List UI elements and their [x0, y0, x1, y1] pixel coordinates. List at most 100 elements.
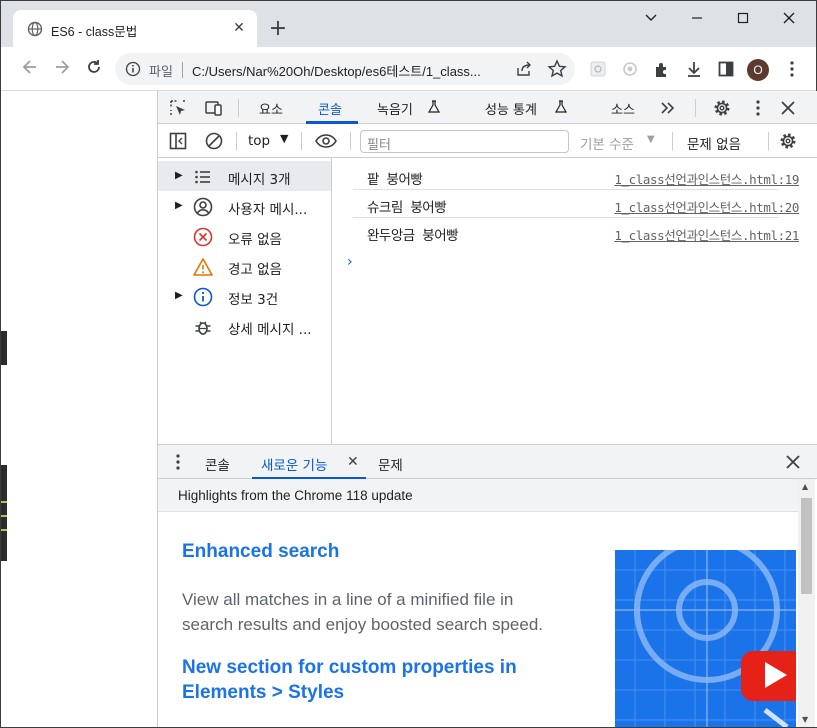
console-settings-gear-icon[interactable]: [778, 131, 798, 151]
scroll-down-arrow-icon[interactable]: ▼: [802, 715, 808, 724]
whats-new-header-text: Highlights from the Chrome 118 update: [178, 488, 413, 503]
close-drawer-tab-icon[interactable]: ✕: [347, 454, 359, 470]
share-icon[interactable]: [515, 60, 533, 78]
browser-toolbar: 파일 C:/Users/Nar%20Oh/Desktop/es6테스트/1_cl…: [1, 47, 816, 91]
console-toolbar: top ▼ 필터 기본 수준 ▼ 문제 없음: [158, 124, 817, 158]
back-button[interactable]: [19, 58, 41, 80]
close-devtools-icon[interactable]: [778, 98, 798, 118]
sidebar-item-label: 오류 없음: [228, 232, 282, 248]
address-separator: [182, 62, 183, 78]
chrome-graphic-icon: [615, 550, 796, 727]
whats-new-scrollbar[interactable]: ▲ ▼: [798, 479, 815, 727]
context-selector[interactable]: top: [248, 133, 270, 149]
drawer-tab-whats-new[interactable]: 새로운 기능: [261, 454, 327, 474]
log-message-row[interactable]: 완두앙금 붕어빵 1_class선언과인스턴스.html:21: [353, 218, 799, 246]
feature-heading-link-2[interactable]: New section for custom properties in Ele…: [182, 655, 582, 705]
sidebar-item-errors[interactable]: 오류 없음: [158, 221, 331, 251]
console-filter-input[interactable]: 필터: [360, 130, 569, 153]
log-levels-dropdown[interactable]: 기본 수준: [580, 133, 634, 153]
address-url[interactable]: C:/Users/Nar%20Oh/Desktop/es6테스트/1_class…: [192, 61, 481, 80]
tab-console[interactable]: 콘솔: [318, 99, 342, 118]
page-edge-block-2: [1, 465, 7, 561]
feature-description: View all matches in a line of a minified…: [182, 590, 544, 634]
sidebar-item-user-messages[interactable]: ▶ 사용자 메시...: [158, 191, 331, 221]
close-window-button[interactable]: [779, 11, 799, 29]
live-expression-eye-icon[interactable]: [314, 131, 338, 151]
page-edge-block: [1, 331, 7, 365]
profile-avatar[interactable]: O: [747, 59, 769, 81]
warning-icon: [193, 258, 213, 276]
flask-icon: [427, 100, 441, 113]
tab-recorder[interactable]: 녹음기: [377, 99, 413, 118]
extension-icon[interactable]: [588, 59, 608, 79]
puzzle-extensions-icon[interactable]: [652, 59, 672, 79]
log-message-text: 슈크림 붕어빵: [367, 200, 447, 216]
tab-search-icon[interactable]: [641, 11, 661, 29]
tab-sources[interactable]: 소스: [611, 99, 635, 118]
sidebar-item-label: 경고 없음: [228, 262, 282, 278]
expand-arrow-icon[interactable]: ▶: [175, 170, 183, 181]
globe-icon: [27, 21, 43, 37]
download-icon[interactable]: [684, 59, 704, 79]
sidebar-item-label: 메시지 3개: [228, 172, 291, 188]
side-panel-icon[interactable]: [716, 59, 736, 79]
close-tab-icon[interactable]: ✕: [231, 20, 247, 36]
more-tabs-chevron-icon[interactable]: [658, 98, 678, 118]
log-source-link[interactable]: 1_class선언과인스턴스.html:19: [614, 169, 799, 188]
toolbar-divider-5: [350, 132, 351, 150]
toolbar-divider-4: [301, 132, 302, 150]
extension-icon-2[interactable]: [620, 59, 640, 79]
sidebar-item-messages[interactable]: ▶ 메시지 3개: [158, 161, 331, 191]
log-message-row[interactable]: 팥 붕어빵 1_class선언과인스턴스.html:19: [353, 162, 799, 190]
devtools-tabbar: 요소 콘솔 녹음기 성능 통계 소스: [158, 91, 817, 124]
caret-down-icon[interactable]: ▼: [280, 132, 288, 145]
browser-window: ES6 - class문법 ✕ + 파일 C:/Users/Nar%20Oh/D…: [0, 0, 817, 728]
log-source-link[interactable]: 1_class선언과인스턴스.html:20: [614, 197, 799, 216]
feature-heading-link[interactable]: Enhanced search: [182, 539, 339, 564]
clear-console-icon[interactable]: [204, 131, 224, 151]
info-icon[interactable]: [125, 61, 141, 77]
video-thumbnail[interactable]: [615, 550, 796, 727]
sidebar-toggle-icon[interactable]: [168, 131, 188, 151]
new-tab-button[interactable]: +: [267, 18, 289, 40]
address-scheme: 파일: [149, 65, 173, 80]
issues-counter[interactable]: 문제 없음: [687, 133, 741, 153]
drawer-tabbar: 콘솔 새로운 기능 ✕ 문제: [158, 444, 817, 480]
sidebar-item-warnings[interactable]: 경고 없음: [158, 251, 331, 281]
log-message-text: 팥 붕어빵: [367, 172, 423, 188]
devtools-menu-icon[interactable]: [748, 98, 768, 118]
sidebar-item-verbose[interactable]: 상세 메시지 ...: [158, 311, 331, 341]
toolbar-divider: [238, 99, 239, 117]
bookmark-star-icon[interactable]: [547, 59, 567, 79]
toolbar-divider-3: [236, 132, 237, 150]
drawer-tab-issues[interactable]: 문제: [378, 454, 403, 474]
sidebar-item-info[interactable]: ▶ 정보 3건: [158, 281, 331, 311]
drawer-menu-icon[interactable]: [168, 452, 188, 472]
browser-tab[interactable]: ES6 - class문법 ✕: [13, 10, 257, 47]
expand-arrow-icon[interactable]: ▶: [175, 200, 183, 211]
inspect-element-icon[interactable]: [168, 98, 188, 118]
toolbar-divider-2: [695, 99, 696, 117]
scroll-up-arrow-icon[interactable]: ▲: [802, 482, 808, 491]
drawer-tab-console[interactable]: 콘솔: [205, 454, 230, 474]
scrollbar-thumb[interactable]: [801, 498, 812, 594]
tab-elements[interactable]: 요소: [259, 99, 283, 118]
log-source-link[interactable]: 1_class선언과인스턴스.html:21: [614, 225, 799, 244]
forward-button[interactable]: [51, 58, 73, 80]
tab-performance-insights[interactable]: 성능 통계: [485, 99, 537, 118]
address-bar[interactable]: 파일 C:/Users/Nar%20Oh/Desktop/es6테스트/1_cl…: [115, 53, 575, 85]
filter-placeholder: 필터: [367, 138, 391, 153]
flask-icon-2: [554, 100, 568, 113]
minimize-button[interactable]: [687, 11, 707, 29]
settings-gear-icon[interactable]: [712, 98, 732, 118]
expand-arrow-icon[interactable]: ▶: [175, 290, 183, 301]
menu-kebab-icon[interactable]: [782, 59, 802, 79]
page-viewport: [1, 91, 157, 727]
console-prompt-chevron-icon[interactable]: ›: [347, 254, 353, 270]
close-drawer-icon[interactable]: [783, 452, 803, 472]
reload-button[interactable]: [83, 58, 105, 80]
log-message-row[interactable]: 슈크림 붕어빵 1_class선언과인스턴스.html:20: [353, 190, 799, 218]
maximize-button[interactable]: [733, 11, 753, 29]
list-icon: [195, 170, 210, 184]
device-toolbar-icon[interactable]: [204, 98, 224, 118]
